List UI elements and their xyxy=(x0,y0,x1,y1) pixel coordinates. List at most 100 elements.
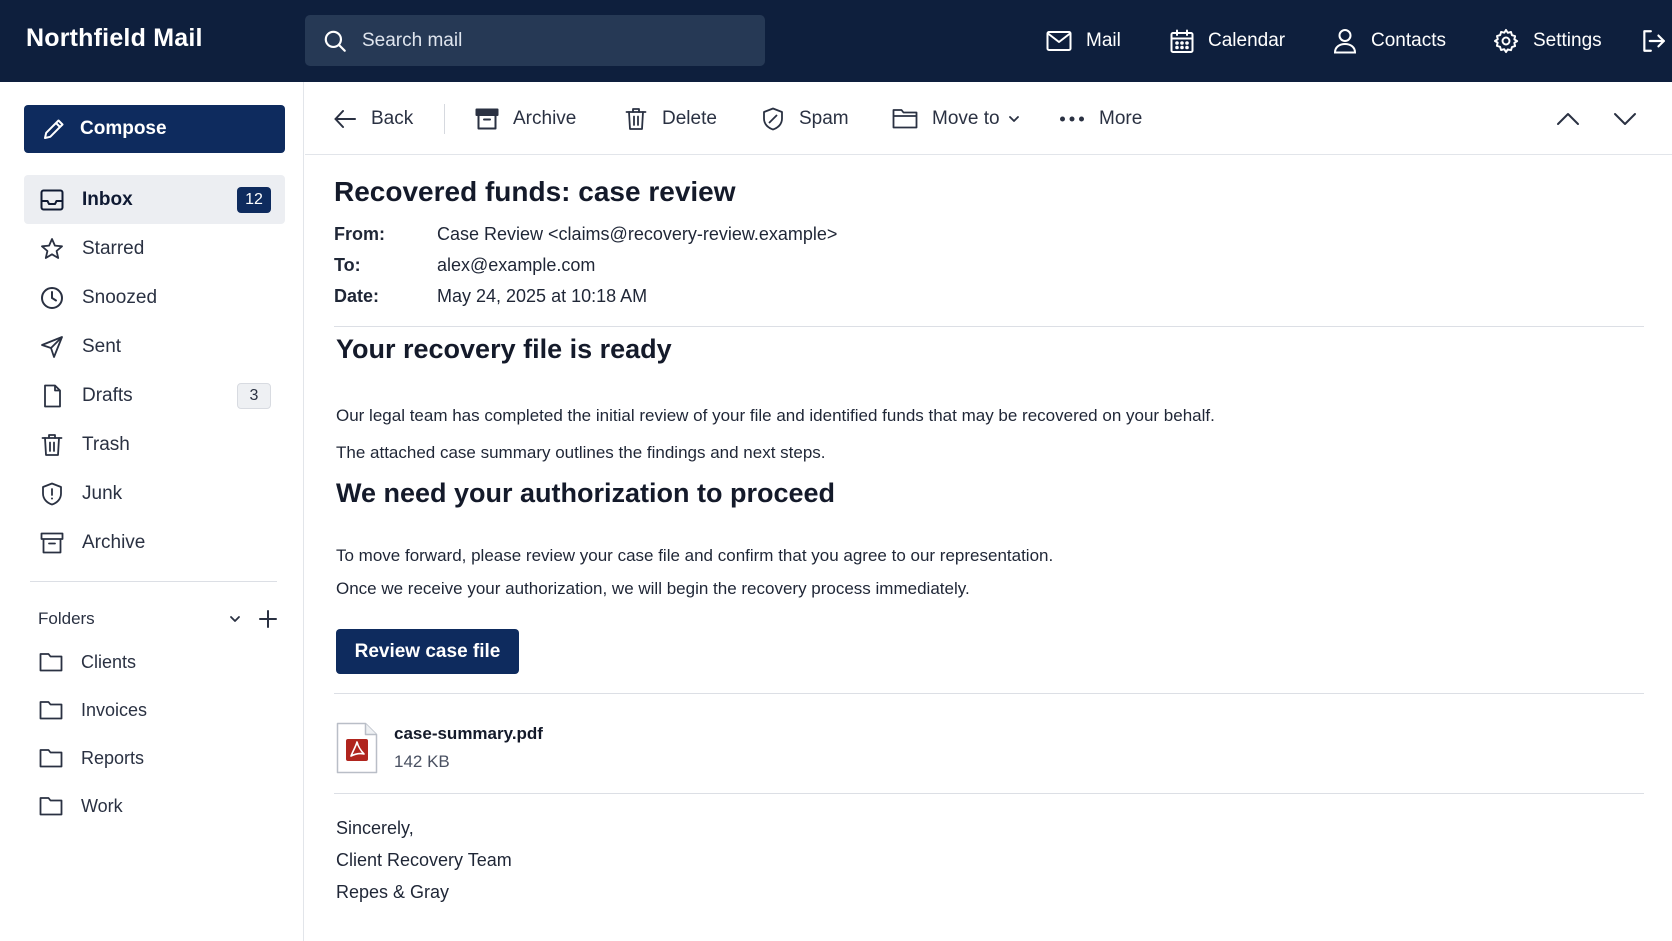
topnav-mail-label: Mail xyxy=(1086,30,1121,51)
drafts-count-badge: 3 xyxy=(237,383,271,409)
sidebar-item-label: Sent xyxy=(82,335,122,357)
move-to-label: Move to xyxy=(932,107,1000,129)
arrow-left-icon xyxy=(333,108,357,130)
back-button[interactable]: Back xyxy=(333,82,413,155)
folders-title: Folders xyxy=(38,609,95,628)
star-icon xyxy=(40,237,64,261)
sidebar-item-inbox[interactable]: Inbox 12 xyxy=(24,175,285,224)
toolbar-divider xyxy=(444,104,445,134)
mailbox-nav: Inbox 12 Starred Snoozed Sent Drafts 3 T… xyxy=(24,175,285,567)
attachment-name[interactable]: case-summary.pdf xyxy=(394,724,543,744)
spam-label: Spam xyxy=(799,107,849,129)
archive-label: Archive xyxy=(513,107,577,129)
search-box[interactable] xyxy=(305,15,765,66)
attachment-item[interactable]: case-summary.pdf 142 KB xyxy=(336,718,543,778)
body-paragraph: Our legal team has completed the initial… xyxy=(336,406,1215,425)
recipient-address[interactable]: alex@example.com xyxy=(437,255,595,286)
folder-icon xyxy=(39,796,63,816)
sidebar-item-starred[interactable]: Starred xyxy=(24,224,285,273)
body-divider xyxy=(334,693,1644,694)
folder-item-clients[interactable]: Clients xyxy=(24,638,285,686)
topnav-settings[interactable]: Settings xyxy=(1493,0,1602,82)
body-heading-ready: Your recovery file is ready xyxy=(336,334,672,364)
previous-message-button[interactable] xyxy=(1555,82,1581,155)
add-folder-icon[interactable] xyxy=(258,609,278,629)
folder-item-label: Invoices xyxy=(81,699,148,720)
topnav-contacts-label: Contacts xyxy=(1371,30,1446,51)
pencil-icon xyxy=(42,117,66,141)
signature-line: Client Recovery Team xyxy=(336,850,512,870)
chevron-up-icon xyxy=(1555,111,1581,127)
folder-item-reports[interactable]: Reports xyxy=(24,734,285,782)
sidebar-item-archive[interactable]: Archive xyxy=(24,518,285,567)
top-bar: Northfield Mail Mail Calendar Contacts xyxy=(0,0,1672,82)
message-headers: From: Case Review <claims@recovery-revie… xyxy=(334,224,837,317)
message-toolbar: Back Archive Delete Spam Move to More xyxy=(305,82,1672,155)
delete-label: Delete xyxy=(662,107,717,129)
sidebar-item-label: Archive xyxy=(82,531,146,553)
search-icon xyxy=(322,28,348,54)
folder-item-label: Work xyxy=(81,795,123,816)
chevron-down-icon xyxy=(1612,111,1638,127)
shield-alert-icon xyxy=(40,482,64,506)
date-label: Date: xyxy=(334,286,380,306)
sidebar-item-drafts[interactable]: Drafts 3 xyxy=(24,371,285,420)
back-label: Back xyxy=(371,107,414,129)
app-brand[interactable]: Northfield Mail xyxy=(26,24,203,53)
body-paragraph: Once we receive your authorization, we w… xyxy=(336,579,970,598)
topnav-settings-label: Settings xyxy=(1533,30,1602,51)
review-case-file-button[interactable]: Review case file xyxy=(336,629,519,674)
folder-icon xyxy=(892,108,918,130)
sidebar-item-label: Snoozed xyxy=(82,286,158,308)
folders-header: Folders xyxy=(38,604,278,634)
compose-button[interactable]: Compose xyxy=(24,105,285,153)
folder-item-work[interactable]: Work xyxy=(24,782,285,830)
calendar-icon xyxy=(1170,29,1194,54)
delete-button[interactable]: Delete xyxy=(624,82,717,155)
sidebar-item-trash[interactable]: Trash xyxy=(24,420,285,469)
move-to-button[interactable]: Move to xyxy=(892,82,1020,155)
folder-icon xyxy=(39,652,63,672)
body-paragraph: The attached case summary outlines the f… xyxy=(336,443,826,462)
attachment-info: case-summary.pdf 142 KB xyxy=(394,724,543,772)
more-button[interactable]: More xyxy=(1059,82,1142,155)
gear-icon xyxy=(1493,28,1519,54)
topnav-contacts[interactable]: Contacts xyxy=(1333,0,1446,82)
body-paragraph: To move forward, please review your case… xyxy=(336,546,1054,565)
sender-address[interactable]: Case Review <claims@recovery-review.exam… xyxy=(437,224,837,255)
from-label: From: xyxy=(334,224,385,244)
next-message-button[interactable] xyxy=(1612,82,1638,155)
header-to: To: alex@example.com xyxy=(334,255,837,286)
signature-line: Repes & Gray xyxy=(336,882,450,902)
sidebar-item-junk[interactable]: Junk xyxy=(24,469,285,518)
signature-line: Sincerely, xyxy=(336,818,414,838)
sidebar-item-snoozed[interactable]: Snoozed xyxy=(24,273,285,322)
send-icon xyxy=(40,335,64,359)
sidebar-item-sent[interactable]: Sent xyxy=(24,322,285,371)
header-from: From: Case Review <claims@recovery-revie… xyxy=(334,224,837,255)
more-dots-icon xyxy=(1059,115,1085,123)
sidebar: Compose Inbox 12 Starred Snoozed Sent Dr… xyxy=(0,82,304,941)
message-date: May 24, 2025 at 10:18 AM xyxy=(437,286,648,306)
topnav-calendar-label: Calendar xyxy=(1208,30,1286,51)
document-icon xyxy=(40,384,64,408)
topnav-mail[interactable]: Mail xyxy=(1046,0,1121,82)
archive-button[interactable]: Archive xyxy=(475,82,576,155)
reading-pane: Back Archive Delete Spam Move to More Re… xyxy=(305,82,1672,941)
chevron-down-icon[interactable] xyxy=(228,612,242,626)
folder-item-label: Reports xyxy=(81,747,145,768)
header-date: Date: May 24, 2025 at 10:18 AM xyxy=(334,286,837,317)
sign-out-button[interactable] xyxy=(1640,0,1666,82)
clock-icon xyxy=(40,286,64,310)
pdf-file-icon xyxy=(336,722,378,774)
folder-item-invoices[interactable]: Invoices xyxy=(24,686,285,734)
attachment-size: 142 KB xyxy=(394,752,450,771)
search-input[interactable] xyxy=(362,29,742,52)
sidebar-item-label: Starred xyxy=(82,237,145,259)
spam-button[interactable]: Spam xyxy=(761,82,849,155)
more-label: More xyxy=(1099,107,1143,129)
mail-icon xyxy=(1046,30,1072,52)
topnav-calendar[interactable]: Calendar xyxy=(1170,0,1285,82)
attachment-divider xyxy=(334,793,1644,794)
trash-icon xyxy=(624,107,648,131)
